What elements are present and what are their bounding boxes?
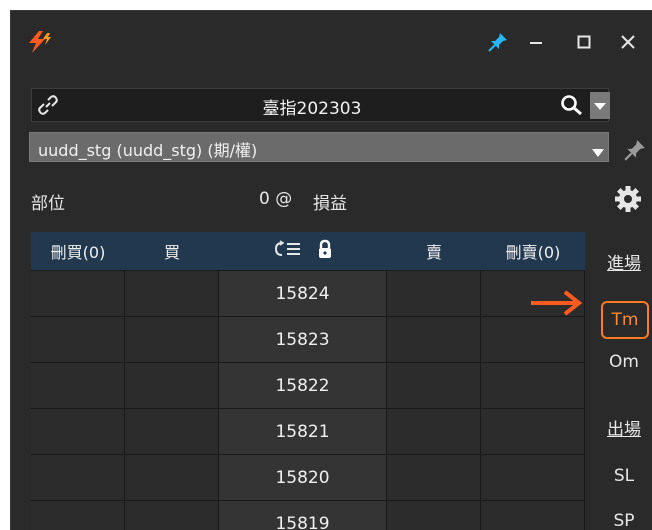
position-label: 部位 [31, 194, 65, 214]
sell-cell[interactable] [387, 317, 481, 362]
cancel-buy-cell[interactable] [31, 409, 125, 454]
ladder-row: 15820 [31, 454, 585, 500]
cancel-buy-cell[interactable] [31, 317, 125, 362]
buy-cell[interactable] [125, 455, 219, 500]
price-cell: 15822 [219, 363, 387, 408]
center-price-icon[interactable] [273, 240, 303, 262]
sl-button[interactable]: SL [595, 466, 652, 486]
cancel-sell-cell[interactable] [481, 363, 585, 408]
header-cancel-sell[interactable]: 刪賣(0) [481, 232, 585, 270]
ladder-row: 15821 [31, 408, 585, 454]
header-price-tools [219, 232, 387, 270]
cancel-sell-cell[interactable] [481, 455, 585, 500]
buy-cell[interactable] [125, 317, 219, 362]
sp-button[interactable]: SP [595, 511, 652, 530]
cancel-buy-cell[interactable] [31, 455, 125, 500]
gear-icon[interactable] [613, 184, 643, 218]
header-sell: 賣 [425, 243, 442, 262]
header-buy: 買 [163, 243, 180, 262]
sell-cell[interactable] [387, 501, 481, 530]
ladder-header: 刪買(0) 買 賣 刪賣(0) [31, 232, 585, 270]
maximize-icon[interactable] [569, 29, 599, 55]
sell-cell[interactable] [387, 363, 481, 408]
om-button[interactable]: Om [595, 352, 652, 372]
cancel-buy-cell[interactable] [31, 271, 125, 316]
strategy-pin-icon[interactable] [623, 138, 647, 166]
pnl-label: 損益 [313, 194, 347, 214]
symbol-dropdown-icon[interactable] [590, 92, 610, 119]
cancel-sell-cell[interactable] [481, 501, 585, 530]
minimize-icon[interactable] [521, 29, 551, 55]
sell-cell[interactable] [387, 271, 481, 316]
price-cell: 15821 [219, 409, 387, 454]
ladder-row: 15823 [31, 316, 585, 362]
cancel-buy-cell[interactable] [31, 501, 125, 530]
entry-section-link[interactable]: 進場 [595, 249, 652, 274]
tm-button[interactable]: Tm [601, 301, 649, 339]
price-cell: 15820 [219, 455, 387, 500]
lightning-logo-icon [25, 29, 53, 55]
search-icon[interactable] [560, 94, 584, 120]
sell-cell[interactable] [387, 455, 481, 500]
sell-cell[interactable] [387, 409, 481, 454]
cancel-sell-cell[interactable] [481, 317, 585, 362]
strategy-dropdown[interactable]: uudd_stg (uudd_stg) (期/權) [29, 132, 609, 162]
cancel-buy-cell[interactable] [31, 363, 125, 408]
pin-icon[interactable] [483, 29, 513, 55]
main-content: 臺指202303 uudd_stg (uudd_stg) (期/權) 部位 0 … [29, 75, 652, 530]
price-cell: 15819 [219, 501, 387, 530]
symbol-selector[interactable]: 臺指202303 [31, 88, 610, 122]
price-cell: 15823 [219, 317, 387, 362]
ladder-row: 15819 [31, 500, 585, 530]
position-value: 0 @ [259, 189, 293, 209]
trading-window: 臺指202303 uudd_stg (uudd_stg) (期/權) 部位 0 … [10, 10, 652, 530]
exit-section-link[interactable]: 出場 [595, 415, 652, 440]
buy-cell[interactable] [125, 501, 219, 530]
buy-cell[interactable] [125, 409, 219, 454]
buy-cell[interactable] [125, 271, 219, 316]
buy-cell[interactable] [125, 363, 219, 408]
title-bar[interactable] [11, 11, 652, 75]
close-icon[interactable] [613, 29, 643, 55]
lock-icon[interactable] [317, 239, 333, 263]
ladder-row: 15824 [31, 270, 585, 316]
strategy-selected: uudd_stg (uudd_stg) (期/權) [38, 141, 258, 160]
symbol-name: 臺指202303 [262, 99, 362, 119]
chevron-down-icon[interactable] [591, 143, 605, 162]
cancel-sell-cell[interactable] [481, 409, 585, 454]
ladder-row: 15822 [31, 362, 585, 408]
order-ladder: 刪買(0) 買 賣 刪賣(0) 15824 15823 15822 15821 … [31, 232, 585, 530]
price-cell: 15824 [219, 271, 387, 316]
header-cancel-buy[interactable]: 刪買(0) [31, 232, 125, 270]
arrow-right-icon [529, 289, 585, 321]
